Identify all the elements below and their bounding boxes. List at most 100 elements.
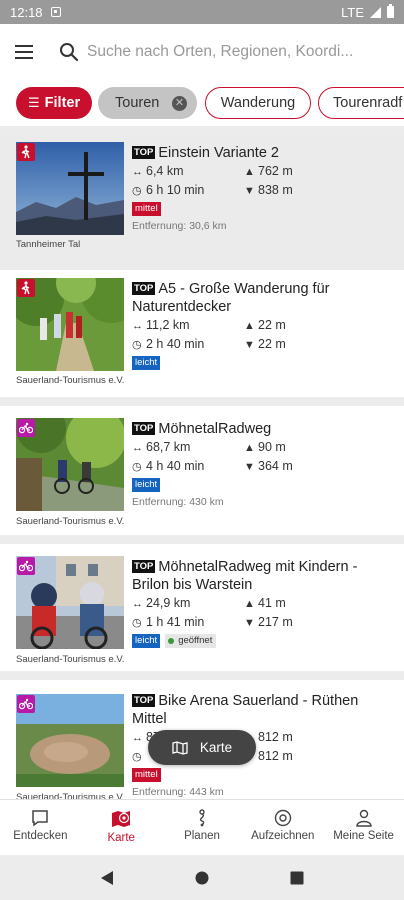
map-button[interactable]: Karte [148,730,256,765]
filter-label: Filter [44,95,81,111]
tour-source: Sauerland-Tourismus e.V. [16,516,125,527]
clock-icon: ◷ [132,461,142,473]
close-icon[interactable]: ✕ [172,95,187,111]
top-badge: TOP [132,282,156,295]
recents-icon[interactable] [290,871,304,885]
back-icon[interactable] [100,870,114,886]
tour-descent: 22 m [258,337,286,351]
tour-descent: 217 m [258,615,293,629]
difficulty-badge: mittel [132,768,161,782]
tour-duration: 4 h 40 min [146,459,205,473]
nav-entdecken[interactable]: Entdecken [0,800,81,855]
nav-planen[interactable]: Planen [162,800,243,855]
tour-title: Bike Arena Sauerland - Rüthen Mittel [132,693,359,727]
descent-icon: ▼ [244,185,255,197]
hiking-icon [17,279,35,297]
tour-entfernung: Entfernung: 443 km [132,786,224,798]
home-icon[interactable] [195,871,209,885]
tour-entfernung: Entfernung: 30,6 km [132,220,227,232]
clock-icon: ◷ [132,751,142,763]
tour-ascent: 41 m [258,596,286,610]
tour-image [16,142,124,235]
status-badge: geöffnet [165,634,217,648]
status-label: geöffnet [178,635,213,646]
distance-icon: ↔ [132,320,143,332]
system-navigation [0,855,404,900]
nav-meine-seite[interactable]: Meine Seite [323,800,404,855]
tour-ascent: 762 m [258,164,293,178]
map-pin-icon [112,811,131,827]
tour-distance: 68,7 km [146,440,191,454]
search-icon[interactable] [59,42,79,62]
tour-descent: 812 m [258,749,293,763]
clock-icon: ◷ [132,339,142,351]
bottom-navigation: Entdecken Karte Planen Aufzeichnen Meine… [0,799,404,855]
tour-card[interactable]: Sauerland-Tourismus e.V. TOP MöhnetalRadw… [0,544,404,680]
tour-card[interactable]: Tannheimer Tal TOP Einstein Variante 2 ↔ 6… [0,134,404,270]
nav-label: Planen [184,830,220,842]
map-button-label: Karte [199,740,233,755]
chip-wanderung[interactable]: Wanderung [205,87,311,119]
tour-distance: 11,2 km [146,318,190,332]
top-badge: TOP [132,694,156,707]
tour-entfernung: Entfernung: 430 km [132,496,224,508]
ascent-icon: ▲ [244,598,255,610]
top-badge: TOP [132,560,156,573]
tour-source: Sauerland-Tourismus e.V. [16,654,125,665]
map-icon [172,740,188,755]
distance-icon: ↔ [132,442,143,454]
chip-tourenradfahren-label: Tourenradf [333,95,403,111]
tour-descent: 838 m [258,183,293,197]
tour-duration: 6 h 10 min [146,183,205,197]
tour-image [16,278,124,371]
record-icon [274,809,291,827]
tour-title: Einstein Variante 2 [158,145,279,161]
nav-label: Meine Seite [333,830,394,842]
top-badge: TOP [132,422,156,435]
tour-card[interactable]: Sauerland-Tourismus e.V. TOP MöhnetalRadw… [0,406,404,544]
nav-label: Entdecken [13,830,68,842]
network-label: LTE [341,4,364,20]
nav-label: Aufzeichnen [251,830,315,842]
bicycle-icon [17,695,35,713]
bicycle-icon [17,419,35,437]
tour-source: Tannheimer Tal [16,239,81,250]
clock-icon: ◷ [132,185,142,197]
distance-icon: ↔ [132,166,143,178]
tour-card[interactable]: Sauerland-Tourismus e.V. TOP A5 - Große W… [0,270,404,406]
chip-touren[interactable]: Touren ✕ [98,87,197,119]
search-input[interactable] [87,43,404,61]
distance-icon: ↔ [132,598,143,610]
hiking-icon [17,143,35,161]
distance-icon: ↔ [132,732,143,744]
nav-karte[interactable]: Karte [81,800,162,855]
tour-title: A5 - Große Wanderung für Naturentdecker [132,281,330,315]
tour-distance: 24,9 km [146,596,191,610]
tour-duration: 2 h 40 min [146,337,205,351]
tour-distance: 6,4 km [146,164,184,178]
tour-descent: 364 m [258,459,293,473]
top-badge: TOP [132,146,156,159]
ascent-icon: ▲ [244,166,255,178]
difficulty-badge: leicht [132,634,161,648]
battery-icon [387,4,394,18]
chip-tourenradfahren[interactable]: Tourenradf [318,87,404,119]
chip-wanderung-label: Wanderung [220,95,296,111]
tour-ascent: 90 m [258,440,286,454]
tour-image [16,556,124,649]
nav-aufzeichnen[interactable]: Aufzeichnen [242,800,323,855]
descent-icon: ▼ [244,617,255,629]
signal-icon [370,6,381,18]
bicycle-icon [17,557,35,575]
search-bar [0,24,404,80]
sliders-icon: ☰ [28,95,40,110]
descent-icon: ▼ [244,339,255,351]
menu-icon[interactable] [15,45,33,59]
tour-image [16,694,124,787]
filter-button[interactable]: ☰ Filter [16,87,93,119]
chip-touren-label: Touren [115,95,160,111]
difficulty-badge: leicht [132,356,161,370]
open-dot-icon [168,638,175,644]
tour-image [16,418,124,511]
descent-icon: ▼ [244,461,255,473]
